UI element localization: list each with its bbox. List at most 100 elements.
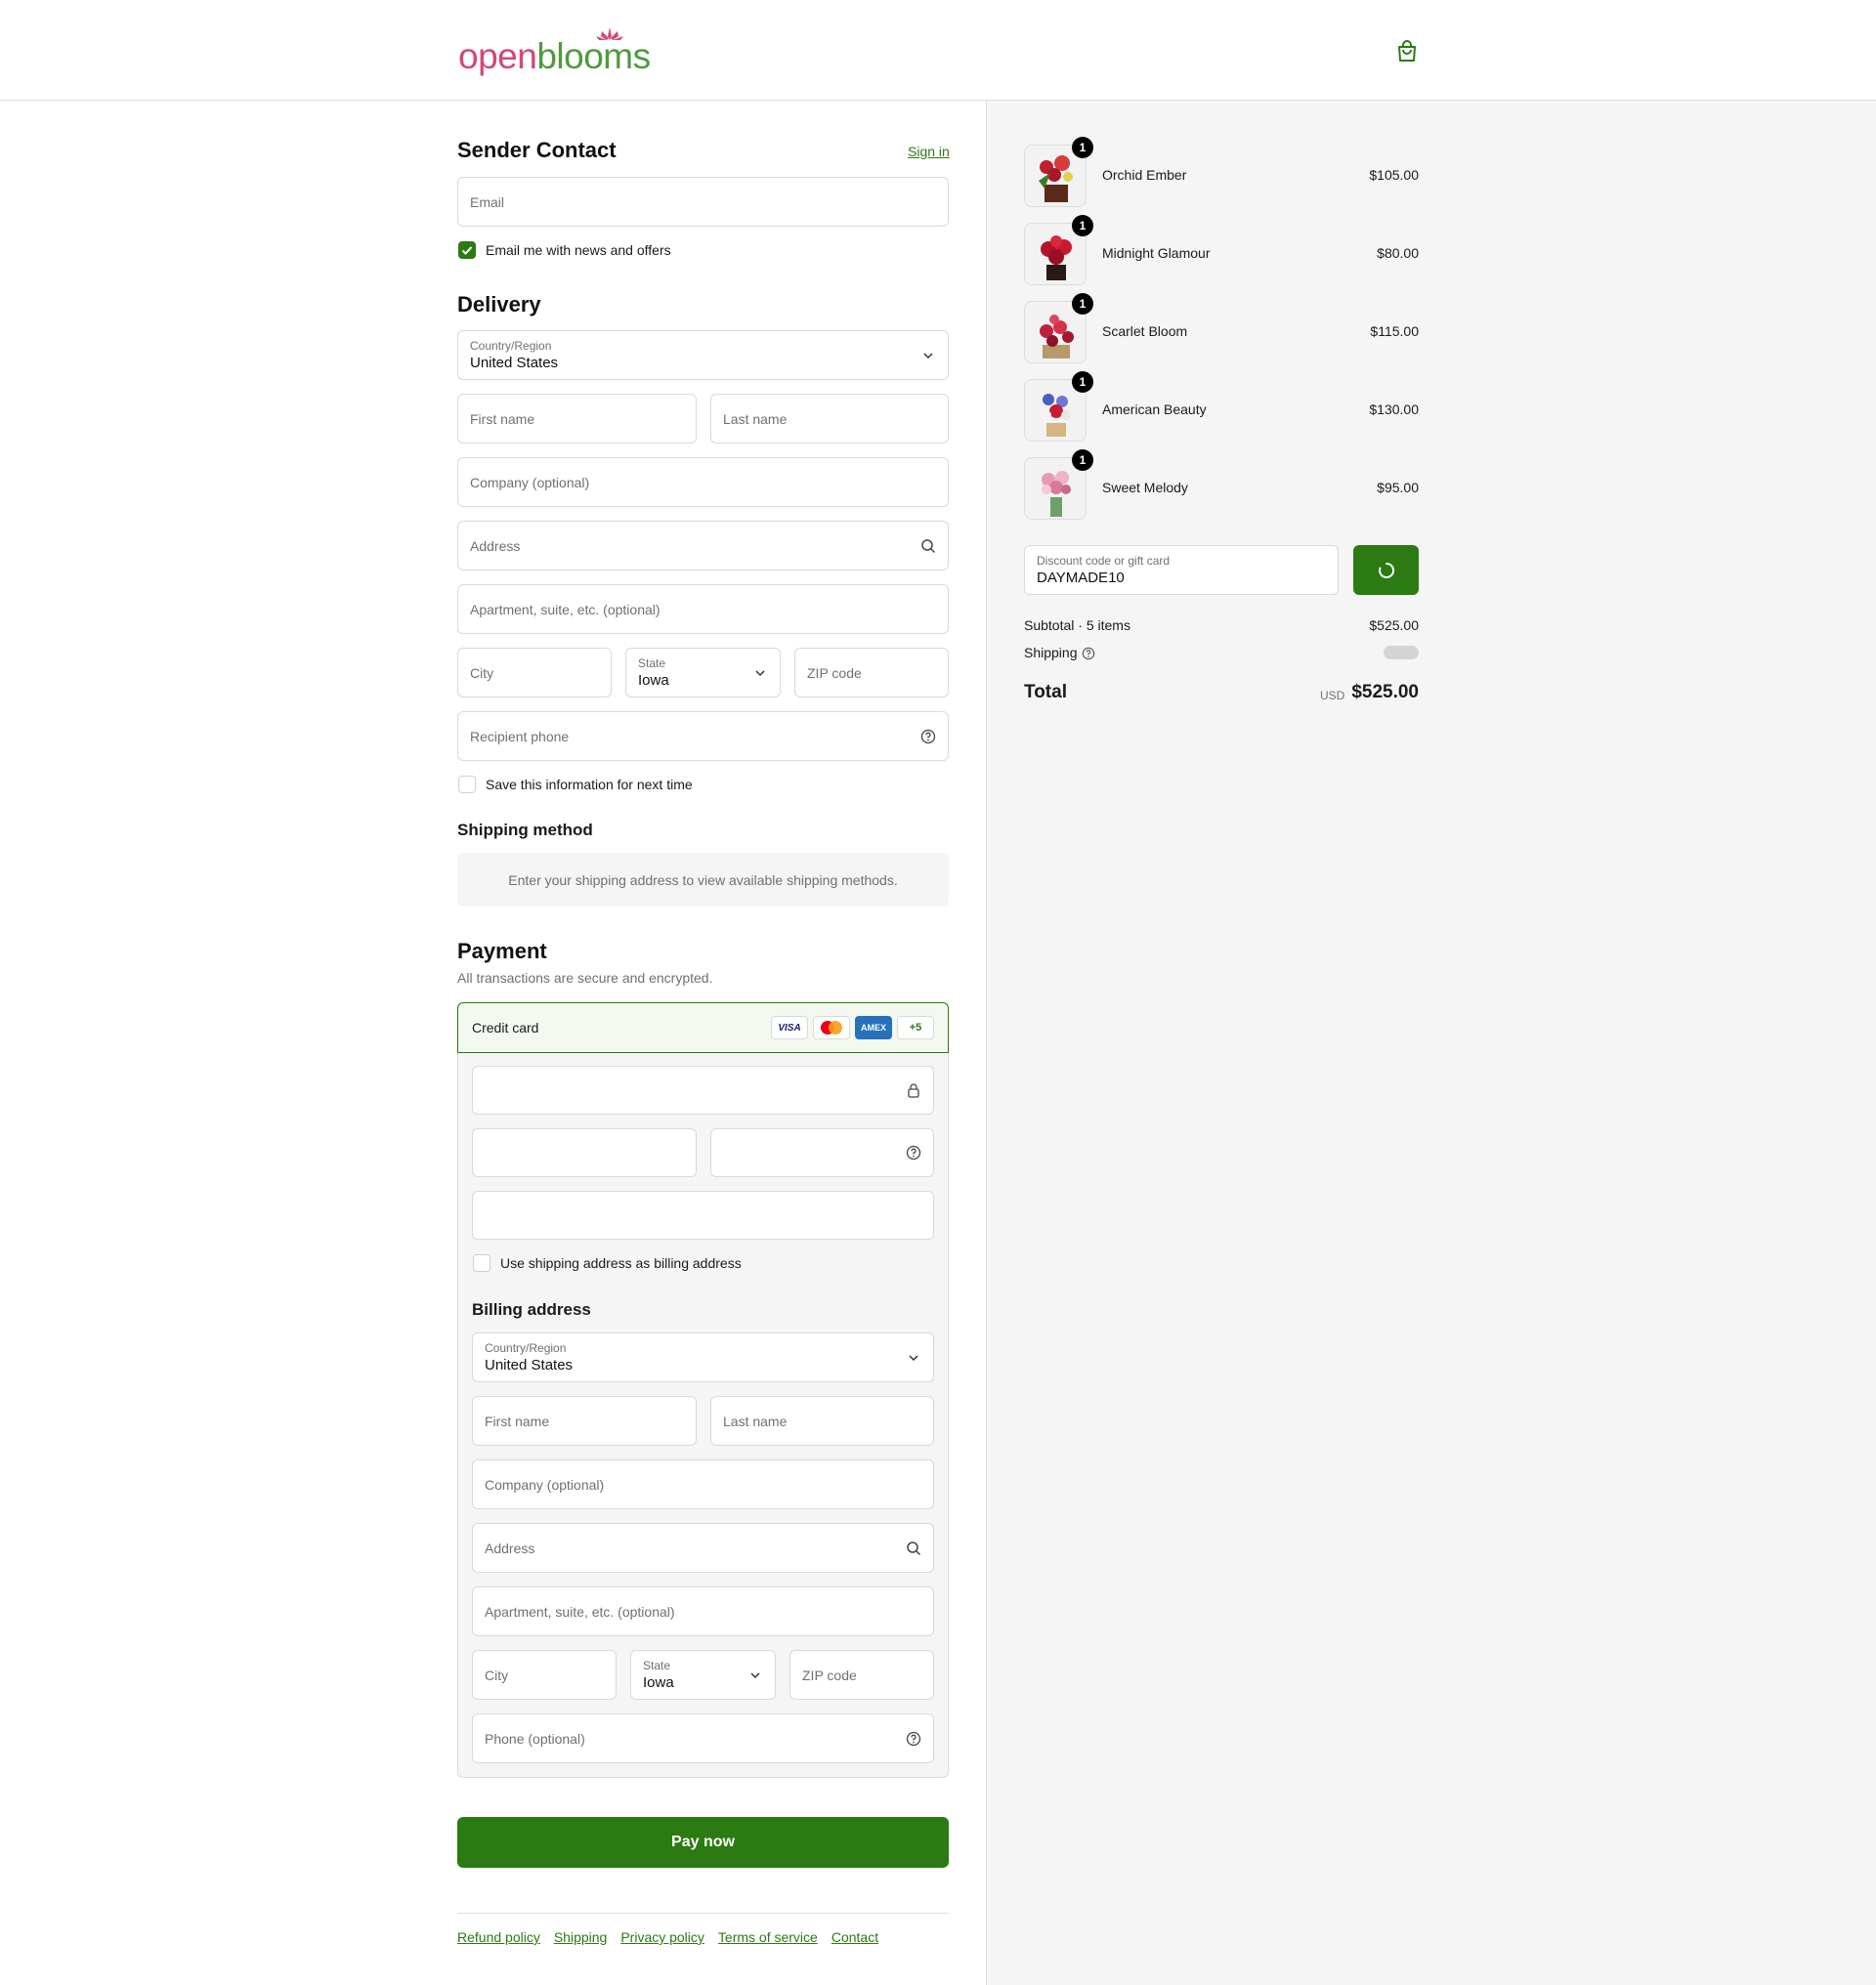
help-circle-icon[interactable] (920, 729, 936, 744)
state-label: State (638, 656, 666, 670)
order-item: 1 Sweet Melody $95.00 (1024, 449, 1419, 520)
footer-divider (457, 1913, 949, 1914)
checkmark-icon (461, 246, 473, 255)
shipping-method-heading: Shipping method (457, 821, 593, 839)
payment-heading: Payment (457, 939, 547, 963)
email-placeholder: Email (470, 193, 505, 210)
openblooms-logo[interactable]: open blooms (458, 25, 651, 74)
billing-zip-placeholder: ZIP code (802, 1667, 857, 1683)
product-name: Orchid Ember (1102, 167, 1187, 183)
visa-text: VISA (778, 1022, 801, 1034)
loading-spinner-icon (1378, 562, 1394, 578)
total-label: Total (1024, 682, 1067, 702)
last-name-placeholder: Last name (723, 410, 788, 427)
lotus-flower-icon (596, 27, 624, 40)
delivery-heading: Delivery (457, 292, 541, 317)
recipient-phone-field[interactable]: Recipient phone (457, 711, 949, 761)
chevron-down-icon (750, 1671, 760, 1678)
privacy-policy-link[interactable]: Privacy policy (620, 1929, 704, 1945)
billing-phone-field[interactable]: Phone (optional) (472, 1713, 934, 1763)
shipping-method-message: Enter your shipping address to view avai… (457, 853, 949, 907)
billing-first-name-field[interactable]: First name (472, 1396, 697, 1446)
quantity-badge: 1 (1072, 293, 1093, 315)
pay-now-button[interactable]: Pay now (457, 1817, 949, 1868)
more-cards-text: +5 (909, 1022, 922, 1034)
save-info-checkbox[interactable] (458, 776, 476, 793)
address-field[interactable]: Address (457, 521, 949, 570)
site-header: open blooms (0, 0, 1876, 101)
help-circle-icon[interactable] (1082, 647, 1095, 660)
city-placeholder: City (470, 664, 494, 681)
company-field[interactable]: Company (optional) (457, 457, 949, 507)
chevron-down-icon (755, 669, 765, 676)
chevron-down-icon (909, 1354, 918, 1361)
logo-blooms-word: blooms (536, 36, 651, 76)
product-price: $115.00 (1370, 323, 1419, 339)
payment-subtitle: All transactions are secure and encrypte… (457, 970, 713, 986)
product-name: Midnight Glamour (1102, 245, 1211, 261)
billing-zip-field[interactable]: ZIP code (789, 1650, 934, 1700)
refund-policy-link[interactable]: Refund policy (457, 1929, 540, 1945)
terms-of-service-link[interactable]: Terms of service (718, 1929, 818, 1945)
visa-icon: VISA (771, 1016, 808, 1039)
billing-address-heading: Billing address (472, 1300, 591, 1319)
help-circle-icon[interactable] (906, 1145, 921, 1161)
search-icon (907, 1541, 921, 1555)
save-info-label: Save this information for next time (486, 777, 693, 792)
state-select[interactable]: State Iowa (625, 648, 781, 697)
shipping-link[interactable]: Shipping (554, 1929, 608, 1945)
last-name-field[interactable]: Last name (710, 394, 949, 443)
billing-same-label: Use shipping address as billing address (500, 1255, 742, 1271)
billing-city-placeholder: City (485, 1667, 509, 1683)
quantity-badge: 1 (1072, 137, 1093, 158)
card-number-field[interactable] (472, 1066, 934, 1115)
billing-first-name-placeholder: First name (485, 1413, 550, 1429)
sender-contact-heading: Sender Contact (457, 138, 617, 162)
security-code-field[interactable] (710, 1128, 934, 1177)
billing-same-checkbox[interactable] (473, 1254, 490, 1272)
city-field[interactable]: City (457, 648, 612, 697)
billing-country-select[interactable]: Country/Region United States (472, 1332, 934, 1382)
billing-company-placeholder: Company (optional) (485, 1476, 605, 1493)
search-icon (921, 538, 936, 553)
billing-address-placeholder: Address (485, 1540, 535, 1556)
contact-link[interactable]: Contact (831, 1929, 878, 1945)
apartment-field[interactable]: Apartment, suite, etc. (optional) (457, 584, 949, 634)
billing-state-select[interactable]: State Iowa (630, 1650, 776, 1700)
total-value: $525.00 (1351, 682, 1419, 702)
discount-label: Discount code or gift card (1037, 554, 1171, 568)
email-field[interactable]: Email (457, 177, 949, 227)
billing-city-field[interactable]: City (472, 1650, 617, 1700)
billing-address-field[interactable]: Address (472, 1523, 934, 1573)
billing-company-field[interactable]: Company (optional) (472, 1459, 934, 1509)
billing-phone-placeholder: Phone (optional) (485, 1730, 585, 1747)
discount-value: DAYMADE10 (1037, 570, 1125, 586)
shopping-bag-icon[interactable] (1396, 39, 1418, 63)
expiration-date-field[interactable] (472, 1128, 697, 1177)
product-name: Sweet Melody (1102, 480, 1188, 495)
zip-field[interactable]: ZIP code (794, 648, 949, 697)
shipping-label: Shipping (1024, 645, 1078, 660)
order-item: 1 Scarlet Bloom $115.00 (1024, 293, 1419, 363)
billing-country-value: United States (485, 1357, 574, 1373)
state-value: Iowa (638, 672, 669, 689)
apply-discount-button[interactable] (1353, 545, 1419, 595)
first-name-field[interactable]: First name (457, 394, 697, 443)
help-circle-icon[interactable] (906, 1731, 921, 1747)
subtotal-label: Subtotal · 5 items (1024, 617, 1130, 633)
billing-last-name-field[interactable]: Last name (710, 1396, 934, 1446)
news-label: Email me with news and offers (486, 242, 671, 258)
billing-country-label: Country/Region (485, 1341, 567, 1355)
sign-in-link[interactable]: Sign in (908, 144, 950, 159)
amex-icon: AMEX (855, 1016, 892, 1039)
billing-state-value: Iowa (643, 1674, 674, 1691)
address-placeholder: Address (470, 537, 521, 554)
quantity-badge: 1 (1072, 215, 1093, 236)
discount-code-field[interactable]: Discount code or gift card DAYMADE10 (1024, 545, 1339, 595)
billing-apartment-field[interactable]: Apartment, suite, etc. (optional) (472, 1586, 934, 1636)
news-checkbox[interactable] (458, 241, 476, 259)
lock-icon (908, 1083, 919, 1098)
country-select[interactable]: Country/Region United States (457, 330, 949, 380)
name-on-card-field[interactable] (472, 1191, 934, 1240)
first-name-placeholder: First name (470, 410, 535, 427)
